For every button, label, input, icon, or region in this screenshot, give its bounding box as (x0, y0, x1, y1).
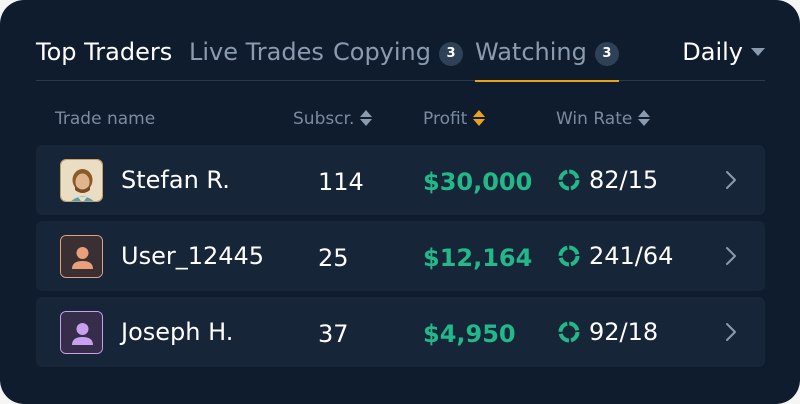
trader-name: Joseph H. (121, 318, 234, 346)
win-rate-value: 82/15 (589, 166, 659, 194)
trader-row[interactable]: Joseph H. 37 $4,950 92/18 (36, 297, 765, 367)
period-label: Daily (682, 38, 743, 66)
column-header-subscribers[interactable]: Subscr. (293, 108, 373, 130)
photo-avatar (60, 159, 103, 202)
column-label: Trade name (55, 109, 156, 129)
column-label: Win Rate (556, 109, 633, 129)
top-traders-card: Top Traders Live Trades Copying 3 Watchin… (0, 0, 800, 404)
chevron-right-icon[interactable] (724, 245, 738, 267)
column-header-trade-name: Trade name (55, 108, 155, 130)
chevron-right-icon[interactable] (724, 321, 738, 343)
tab-bar: Top Traders Live Trades Copying 3 Watchin… (36, 36, 765, 82)
count-badge: 3 (439, 42, 463, 66)
tab-label: Watching (475, 38, 587, 66)
tab-watching[interactable]: Watching 3 (475, 36, 619, 82)
tab-label: Top Traders (36, 38, 173, 66)
win-rate-ring-icon (558, 169, 580, 191)
column-label: Subscr. (293, 109, 355, 129)
profit-value: $30,000 (423, 168, 533, 196)
caret-down-icon (751, 48, 765, 56)
tab-copying[interactable]: Copying 3 (333, 36, 463, 81)
trader-row[interactable]: User_12445 25 $12,164 241/64 (36, 221, 765, 291)
period-dropdown[interactable]: Daily (682, 36, 765, 68)
win-rate-ring-icon (558, 245, 580, 267)
subscriber-count: 25 (318, 244, 349, 272)
profit-value: $4,950 (423, 320, 516, 348)
column-header-profit[interactable]: Profit (423, 108, 486, 130)
win-rate-value: 92/18 (589, 318, 659, 346)
column-label: Profit (423, 109, 468, 129)
sort-active-icon (473, 109, 486, 127)
tab-label: Copying (333, 38, 431, 66)
trader-row[interactable]: Stefan R. 114 $30,000 82/15 (36, 145, 765, 215)
column-header-win-rate[interactable]: Win Rate (556, 108, 651, 130)
tab-top-traders[interactable]: Top Traders (36, 36, 172, 81)
user-icon (60, 235, 103, 278)
count-badge: 3 (594, 42, 619, 66)
trader-name: Stefan R. (121, 166, 230, 194)
active-tab-indicator (475, 80, 619, 82)
win-rate-ring-icon (558, 321, 580, 343)
sort-icon (360, 109, 373, 127)
win-rate-value: 241/64 (589, 242, 674, 270)
user-icon (60, 311, 103, 354)
chevron-right-icon[interactable] (724, 169, 738, 191)
subscriber-count: 114 (318, 168, 364, 196)
profit-value: $12,164 (423, 244, 533, 272)
subscriber-count: 37 (318, 320, 349, 348)
tab-live-trades[interactable]: Live Trades (189, 36, 324, 81)
sort-icon (638, 109, 651, 127)
tab-label: Live Trades (189, 38, 324, 66)
trader-name: User_12445 (121, 242, 265, 270)
